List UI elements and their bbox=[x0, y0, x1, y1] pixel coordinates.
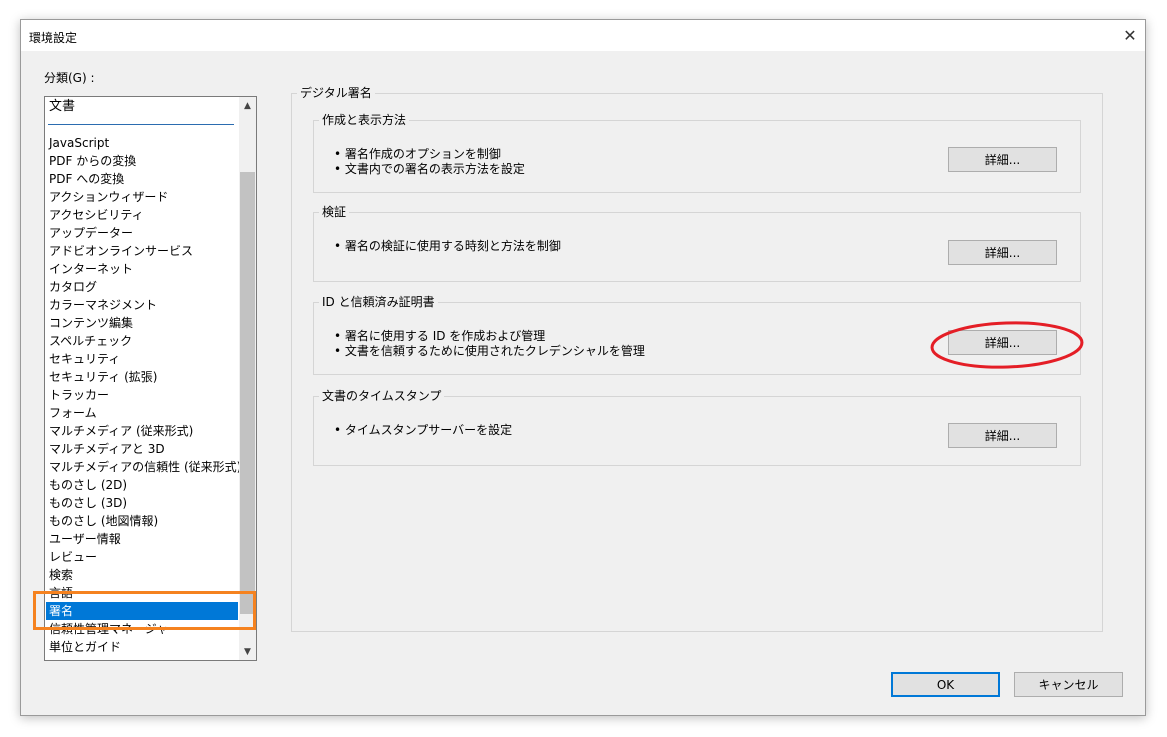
group-title: 作成と表示方法 bbox=[319, 113, 410, 127]
group-identities-certificates: ID と信頼済み証明書 • 署名に使用する ID を作成および管理 • 文書を信… bbox=[313, 295, 1081, 375]
list-item-document[interactable]: 文書 bbox=[46, 98, 238, 116]
list-item[interactable]: 信頼性管理マネージャー bbox=[46, 620, 238, 638]
list-item[interactable]: 単位とガイド bbox=[46, 638, 238, 656]
group-bullet: • 署名に使用する ID を作成および管理 bbox=[334, 329, 546, 343]
group-bullet: • 署名作成のオプションを制御 bbox=[334, 147, 501, 161]
category-list-items: 文書 JavaScript PDF からの変換 PDF への変換 アクションウィ… bbox=[45, 97, 239, 660]
list-item[interactable]: スペルチェック bbox=[46, 332, 238, 350]
scroll-down-icon[interactable]: ▼ bbox=[239, 643, 256, 660]
list-item[interactable]: ものさし (地図情報) bbox=[46, 512, 238, 530]
list-item[interactable]: マルチメディア (従来形式) bbox=[46, 422, 238, 440]
list-item[interactable]: ものさし (2D) bbox=[46, 476, 238, 494]
list-item[interactable]: PDF からの変換 bbox=[46, 152, 238, 170]
list-item[interactable]: インターネット bbox=[46, 260, 238, 278]
list-item[interactable]: セキュリティ bbox=[46, 350, 238, 368]
group-title: 文書のタイムスタンプ bbox=[319, 389, 445, 403]
group-title: ID と信頼済み証明書 bbox=[319, 295, 438, 309]
list-item[interactable]: アクセシビリティ bbox=[46, 206, 238, 224]
dialog-title: 環境設定 bbox=[29, 31, 78, 45]
digital-signature-panel: デジタル署名 作成と表示方法 • 署名作成のオプションを制御 • 文書内での署名… bbox=[291, 86, 1103, 632]
preferences-dialog: 環境設定 ✕ 分類(G) : 文書 JavaScript PDF からの変換 P… bbox=[20, 19, 1146, 716]
details-button-verification[interactable]: 詳細... bbox=[948, 240, 1057, 265]
list-item[interactable]: レビュー bbox=[46, 548, 238, 566]
group-creation-appearance: 作成と表示方法 • 署名作成のオプションを制御 • 文書内での署名の表示方法を設… bbox=[313, 113, 1081, 193]
panel-title: デジタル署名 bbox=[297, 86, 375, 100]
group-verification: 検証 • 署名の検証に使用する時刻と方法を制御 詳細... bbox=[313, 205, 1081, 282]
group-bullet: • 文書を信頼するために使用されたクレデンシャルを管理 bbox=[334, 344, 645, 358]
title-bar: 環境設定 ✕ bbox=[21, 20, 1145, 51]
list-item[interactable]: カタログ bbox=[46, 278, 238, 296]
scroll-up-icon[interactable]: ▲ bbox=[239, 97, 256, 114]
list-item[interactable]: アクションウィザード bbox=[46, 188, 238, 206]
close-icon[interactable]: ✕ bbox=[1115, 20, 1145, 51]
list-item[interactable]: ユーザー情報 bbox=[46, 530, 238, 548]
group-document-timestamp: 文書のタイムスタンプ • タイムスタンプサーバーを設定 詳細... bbox=[313, 389, 1081, 466]
list-item[interactable]: フォーム bbox=[46, 404, 238, 422]
list-item-selected[interactable]: 署名 bbox=[46, 602, 238, 620]
list-item[interactable]: PDF への変換 bbox=[46, 170, 238, 188]
group-bullet: • タイムスタンプサーバーを設定 bbox=[334, 423, 513, 437]
list-separator bbox=[48, 124, 234, 125]
list-item[interactable]: ものさし (3D) bbox=[46, 494, 238, 512]
list-item[interactable]: トラッカー bbox=[46, 386, 238, 404]
scroll-thumb[interactable] bbox=[240, 172, 255, 614]
list-item[interactable]: 検索 bbox=[46, 566, 238, 584]
list-item[interactable]: アップデーター bbox=[46, 224, 238, 242]
details-button-identities[interactable]: 詳細... bbox=[948, 330, 1057, 355]
list-item[interactable]: マルチメディアの信頼性 (従来形式) bbox=[46, 458, 239, 476]
details-button-timestamp[interactable]: 詳細... bbox=[948, 423, 1057, 448]
group-bullet: • 署名の検証に使用する時刻と方法を制御 bbox=[334, 239, 561, 253]
category-label: 分類(G) : bbox=[44, 71, 95, 85]
list-item[interactable]: コンテンツ編集 bbox=[46, 314, 238, 332]
list-item[interactable]: JavaScript bbox=[46, 134, 238, 152]
category-scrollbar[interactable]: ▲ ▼ bbox=[239, 97, 256, 660]
group-bullet: • 文書内での署名の表示方法を設定 bbox=[334, 162, 525, 176]
list-item[interactable]: アドビオンラインサービス bbox=[46, 242, 238, 260]
details-button-creation[interactable]: 詳細... bbox=[948, 147, 1057, 172]
category-list[interactable]: 文書 JavaScript PDF からの変換 PDF への変換 アクションウィ… bbox=[44, 96, 257, 661]
list-item[interactable]: 言語 bbox=[46, 584, 238, 602]
group-title: 検証 bbox=[319, 205, 350, 219]
cancel-button[interactable]: キャンセル bbox=[1014, 672, 1123, 697]
list-item[interactable]: カラーマネジメント bbox=[46, 296, 238, 314]
list-item[interactable]: マルチメディアと 3D bbox=[46, 440, 238, 458]
list-item[interactable]: セキュリティ (拡張) bbox=[46, 368, 238, 386]
ok-button[interactable]: OK bbox=[891, 672, 1000, 697]
